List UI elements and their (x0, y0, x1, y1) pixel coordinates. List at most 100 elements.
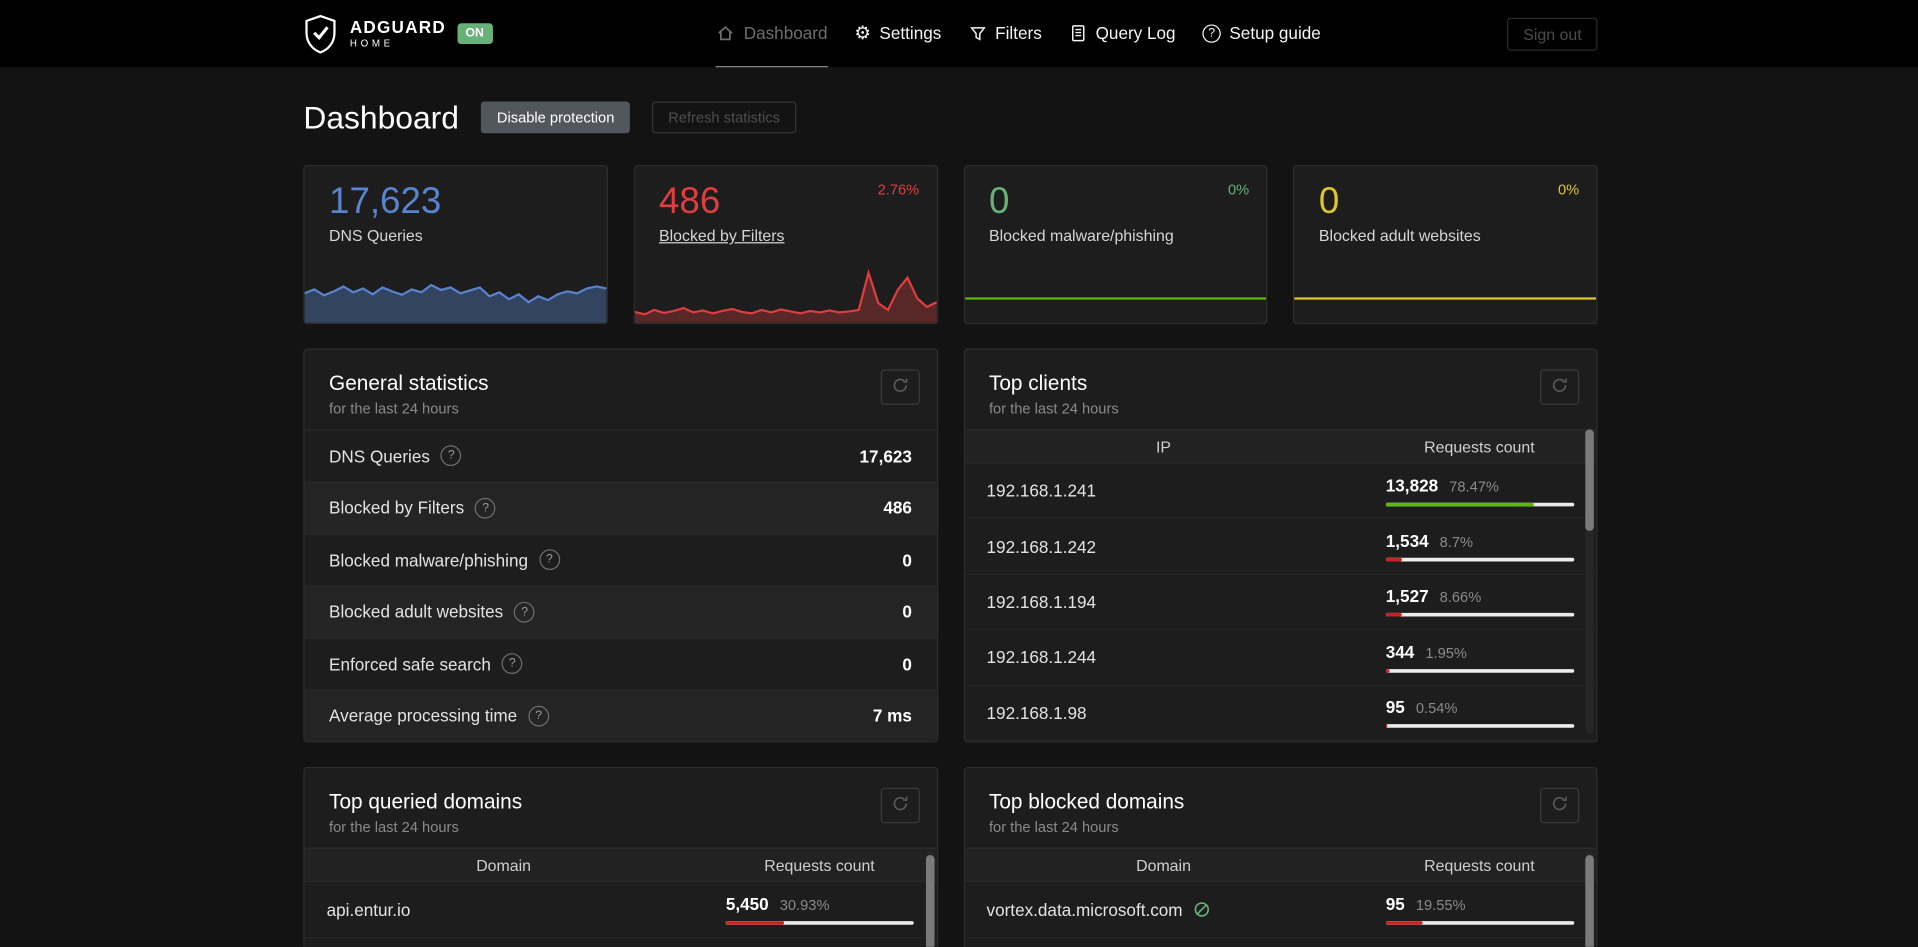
request-percent: 8.66% (1439, 588, 1482, 607)
stats-value: 0 (902, 654, 912, 674)
client-row: 192.168.1.241 13,828 78.47% (964, 464, 1597, 520)
blocked-malware-sparkline (965, 262, 1267, 323)
stats-label: Average processing time (329, 706, 518, 726)
request-percent: 0.54% (1415, 699, 1458, 718)
progress-bar (1385, 668, 1575, 673)
help-icon[interactable]: ? (475, 497, 496, 519)
scrollbar-thumb[interactable] (1585, 855, 1594, 947)
app: ADGUARD HOME ON Dashboard ⚙ Settings Fil… (0, 0, 1918, 947)
client-row: 192.168.1.98 95 0.54% (964, 686, 1597, 742)
refresh-card-button[interactable] (1540, 787, 1580, 824)
request-count: 95 (1385, 894, 1405, 914)
nav-item-dashboard[interactable]: Dashboard (715, 0, 828, 68)
table-header: IP Requests count (964, 429, 1597, 464)
refresh-icon (1551, 795, 1568, 816)
card-subtitle: for the last 24 hours (329, 399, 459, 418)
refresh-statistics-button[interactable]: Refresh statistics (652, 101, 796, 134)
client-ip: 192.168.1.244 (986, 647, 1097, 668)
request-percent: 30.93% (779, 896, 830, 914)
help-icon[interactable]: ? (501, 653, 523, 675)
domain-row: vortex.data.microsoft.com 95 19.55% (964, 882, 1597, 939)
stats-row: DNS Queries? 17,623 (304, 429, 937, 481)
help-icon[interactable]: ? (514, 601, 536, 623)
client-row: 192.168.1.242 1,534 8.7% (964, 519, 1597, 575)
document-icon (1069, 23, 1087, 43)
page-header: Dashboard Disable protection Refresh sta… (303, 99, 1597, 136)
card-subtitle: for the last 24 hours (329, 818, 459, 836)
stat-cards-row: 17,623 DNS Queries 486 Blocked by Filter… (303, 165, 1598, 325)
nav-item-label: Setup guide (1229, 23, 1321, 43)
stat-card-dns-queries: 17,623 DNS Queries (303, 165, 608, 325)
progress-bar (725, 921, 915, 925)
sign-out-button[interactable]: Sign out (1507, 17, 1598, 51)
help-circle-icon: ? (1202, 23, 1221, 43)
navbar: ADGUARD HOME ON Dashboard ⚙ Settings Fil… (0, 0, 1918, 68)
refresh-icon (891, 377, 908, 398)
blocked-adult-sparkline (1294, 262, 1596, 323)
request-percent: 8.7% (1439, 533, 1474, 551)
dns-queries-sparkline (304, 262, 607, 323)
help-icon[interactable]: ? (528, 705, 550, 727)
client-ip: 192.168.1.194 (986, 591, 1097, 612)
card-title: Top queried domains (329, 790, 523, 814)
progress-bar (1385, 557, 1575, 562)
stats-value: 0 (902, 602, 912, 622)
scrollbar-thumb[interactable] (925, 855, 934, 947)
stats-value: 7 ms (872, 706, 912, 726)
request-count: 95 (1385, 697, 1405, 718)
request-count: 1,534 (1385, 530, 1429, 551)
top-queried-domains-card: Top queried domains for the last 24 hour… (303, 766, 938, 947)
domain-row (965, 938, 1597, 947)
column-header-ip: IP (1155, 437, 1172, 456)
domain-row: api.entur.io 5,450 30.93% (304, 882, 937, 939)
stats-label: Blocked malware/phishing (329, 550, 528, 570)
client-ip: 192.168.1.98 (986, 703, 1087, 723)
stat-card-blocked-malware: 0 Blocked malware/phishing 0% (963, 165, 1268, 325)
top-clients-card: Top clients for the last 24 hours IP Req… (963, 348, 1598, 743)
stats-label: Blocked by Filters (329, 498, 465, 518)
stat-percent: 0% (1557, 181, 1580, 199)
brand-subtitle: HOME (349, 37, 394, 49)
column-header-domain: Domain (476, 855, 531, 874)
table-header: Domain Requests count (964, 847, 1597, 882)
stat-card-blocked-filters: 486 Blocked by Filters 2.76% (633, 165, 938, 325)
main-content: Dashboard Disable protection Refresh sta… (303, 99, 1598, 947)
disable-protection-button[interactable]: Disable protection (480, 101, 631, 134)
table-header: Domain Requests count (304, 847, 937, 882)
stat-label: Blocked malware/phishing (988, 226, 1174, 245)
top-clients-table: 192.168.1.241 13,828 78.47% 192.168.1.242… (964, 464, 1597, 742)
nav-item-query-log[interactable]: Query Log (1069, 0, 1176, 67)
nav-item-label: Filters (995, 23, 1042, 43)
scrollbar-thumb[interactable] (1585, 429, 1594, 531)
refresh-card-button[interactable] (1540, 369, 1580, 405)
scrollbar[interactable] (925, 851, 934, 947)
column-header-requests: Requests count (764, 855, 875, 874)
refresh-card-button[interactable] (880, 787, 920, 824)
request-count: 5,450 (725, 894, 769, 914)
nav-item-filters[interactable]: Filters (968, 0, 1042, 67)
column-header-domain: Domain (1136, 855, 1191, 874)
home-icon (716, 23, 736, 43)
scrollbar[interactable] (1585, 851, 1594, 947)
filter-funnel-icon (968, 24, 986, 42)
client-row: 192.168.1.194 1,527 8.66% (964, 575, 1597, 631)
help-icon[interactable]: ? (538, 549, 560, 571)
brand: ADGUARD HOME ON (303, 14, 493, 54)
stats-row: Blocked by Filters? 486 (304, 481, 937, 534)
scrollbar[interactable] (1585, 428, 1594, 734)
gear-icon: ⚙ (854, 22, 871, 44)
protection-status-badge: ON (456, 23, 493, 45)
refresh-card-button[interactable] (880, 369, 920, 405)
nav-item-setup-guide[interactable]: ? Setup guide (1202, 0, 1321, 67)
stats-value: 17,623 (859, 446, 912, 466)
nav-item-label: Settings (879, 23, 942, 43)
client-ip: 192.168.1.241 (986, 480, 1097, 501)
request-percent: 19.55% (1415, 896, 1466, 914)
stats-row: Enforced safe search? 0 (304, 637, 937, 689)
column-header-requests: Requests count (1424, 437, 1535, 456)
help-icon[interactable]: ? (440, 445, 462, 467)
stats-row: Blocked malware/phishing? 0 (304, 533, 937, 585)
nav-item-settings[interactable]: ⚙ Settings (854, 0, 941, 67)
stat-label-link[interactable]: Blocked by Filters (659, 226, 936, 244)
request-percent: 78.47% (1449, 477, 1499, 496)
